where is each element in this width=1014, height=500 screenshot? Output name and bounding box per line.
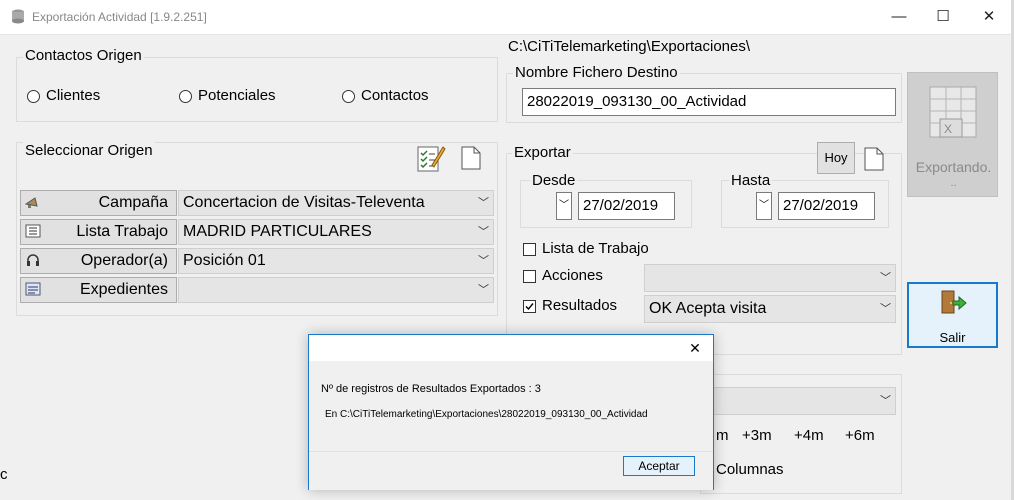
dialog-message-line2: En C:\CiTiTelemarketing\Exportaciones\28…	[325, 409, 648, 420]
campana-button[interactable]: Campaña	[20, 190, 177, 216]
desde-label: Desde	[530, 172, 578, 189]
exportar-document-button[interactable]	[863, 147, 885, 171]
chevron-down-icon: ﹀	[759, 200, 769, 211]
contactos-origen-label: Contactos Origen	[23, 47, 144, 64]
exit-door-icon	[941, 290, 967, 314]
lista-trabajo-select-value: MADRID PARTICULARES	[183, 223, 372, 240]
chevron-down-icon: ﹀	[478, 255, 489, 267]
campana-button-label: Campaña	[98, 194, 168, 211]
resultados-checkbox[interactable]	[523, 300, 536, 313]
hasta-date-value: 27/02/2019	[783, 197, 859, 214]
megaphone-icon	[25, 197, 38, 208]
message-dialog: ✕ Nº de registros de Resultados Exportad…	[308, 334, 714, 490]
campana-select-value: Concertacion de Visitas-Televenta	[183, 194, 425, 211]
chevron-down-icon: ﹀	[478, 284, 489, 296]
close-icon: ✕	[689, 340, 701, 356]
desde-date-value: 27/02/2019	[583, 197, 659, 214]
radio-contactos[interactable]	[342, 90, 355, 103]
chevron-down-icon: ﹀	[478, 226, 489, 238]
document-icon	[461, 146, 481, 170]
lista-trabajo-select[interactable]: MADRID PARTICULARES ﹀	[178, 219, 494, 245]
resultados-select[interactable]: OK Acepta visita ﹀	[644, 295, 896, 323]
minimize-icon: —	[891, 8, 907, 25]
radio-potenciales-label: Potenciales	[198, 87, 276, 104]
aceptar-button[interactable]: Aceptar	[623, 456, 695, 476]
hasta-date-input[interactable]: 27/02/2019	[778, 192, 875, 220]
resultados-select-value: OK Acepta visita	[649, 300, 767, 317]
svg-text:X: X	[944, 122, 952, 136]
new-document-button[interactable]	[460, 146, 482, 170]
aceptar-label: Aceptar	[638, 459, 680, 473]
acciones-checkbox[interactable]	[523, 270, 536, 283]
exportando-label: Exportando.	[915, 159, 992, 175]
hoy-label: Hoy	[824, 150, 848, 165]
list-icon	[25, 224, 41, 238]
columnas-label: Columnas	[716, 461, 784, 478]
acciones-select[interactable]: ﹀	[644, 264, 896, 292]
exportando-dots: ..	[950, 177, 957, 189]
offset-m[interactable]: m	[716, 427, 729, 444]
radio-clientes-label: Clientes	[46, 87, 101, 104]
left-edge-text: c	[0, 466, 8, 483]
lista-trabajo-checkbox[interactable]	[523, 243, 536, 256]
operador-select[interactable]: Posición 01 ﹀	[178, 248, 494, 274]
radio-clientes[interactable]	[27, 90, 40, 103]
operador-button-label: Operador(a)	[80, 252, 168, 269]
close-button[interactable]: ✕	[966, 0, 1012, 34]
database-icon	[12, 9, 24, 24]
seleccionar-origen-label: Seleccionar Origen	[23, 142, 155, 159]
salir-button[interactable]: Salir	[907, 282, 998, 348]
destination-path: C:\CiTiTelemarketing\Exportaciones\	[508, 38, 751, 55]
exportando-button[interactable]: X Exportando. ..	[907, 72, 998, 197]
headset-icon	[27, 254, 39, 266]
close-icon: ✕	[982, 8, 996, 25]
chevron-down-icon: ﹀	[559, 200, 569, 211]
operador-button[interactable]: Operador(a)	[20, 248, 177, 274]
maximize-icon: ☐	[936, 8, 950, 25]
edit-list-button[interactable]	[416, 143, 446, 173]
resultados-checkbox-label: Resultados	[542, 297, 618, 314]
acciones-checkbox-label: Acciones	[542, 267, 603, 284]
desde-date-input[interactable]: 27/02/2019	[578, 192, 675, 220]
checklist-pencil-icon	[417, 146, 446, 172]
maximize-button[interactable]: ☐	[920, 0, 966, 34]
filename-input[interactable]: 28022019_093130_00_Actividad	[522, 88, 896, 116]
spreadsheet-export-icon: X	[929, 86, 977, 138]
filename-value: 28022019_093130_00_Actividad	[527, 93, 747, 110]
radio-potenciales[interactable]	[179, 90, 192, 103]
document-icon	[864, 147, 884, 171]
title-bar: Exportación Actividad [1.9.2.251] — ☐ ✕	[0, 0, 1014, 35]
chevron-down-icon: ﹀	[880, 272, 891, 284]
dialog-message-line1: Nº de registros de Resultados Exportados…	[321, 383, 541, 395]
lower-select[interactable]: ﹀	[708, 387, 896, 415]
lista-trabajo-button[interactable]: Lista Trabajo	[20, 219, 177, 245]
expedientes-select[interactable]: ﹀	[178, 277, 494, 303]
chevron-down-icon: ﹀	[880, 303, 891, 315]
offset-4m[interactable]: +4m	[794, 427, 824, 444]
expedientes-button-label: Expedientes	[79, 281, 168, 298]
checkmark-icon	[525, 303, 534, 311]
hasta-dropdown-button[interactable]: ﹀	[756, 192, 772, 220]
chevron-down-icon: ﹀	[880, 395, 891, 407]
window-title: Exportación Actividad [1.9.2.251]	[32, 10, 207, 24]
lista-trabajo-checkbox-label: Lista de Trabajo	[542, 240, 649, 257]
folder-list-icon	[25, 282, 41, 296]
lista-trabajo-button-label: Lista Trabajo	[76, 223, 168, 240]
offset-6m[interactable]: +6m	[845, 427, 875, 444]
hasta-label: Hasta	[729, 172, 773, 189]
minimize-button[interactable]: —	[876, 0, 922, 34]
dialog-close-button[interactable]: ✕	[683, 337, 707, 359]
exportar-label: Exportar	[512, 144, 573, 161]
campana-select[interactable]: Concertacion de Visitas-Televenta ﹀	[178, 190, 494, 216]
chevron-down-icon: ﹀	[478, 197, 489, 209]
nombre-fichero-label: Nombre Fichero Destino	[513, 64, 680, 81]
operador-select-value: Posición 01	[183, 252, 266, 269]
offset-3m[interactable]: +3m	[742, 427, 772, 444]
hoy-button[interactable]: Hoy	[817, 142, 855, 174]
dialog-title-bar	[309, 335, 713, 361]
expedientes-button[interactable]: Expedientes	[20, 277, 177, 303]
radio-contactos-label: Contactos	[361, 87, 429, 104]
salir-label: Salir	[939, 330, 966, 345]
desde-dropdown-button[interactable]: ﹀	[556, 192, 572, 220]
